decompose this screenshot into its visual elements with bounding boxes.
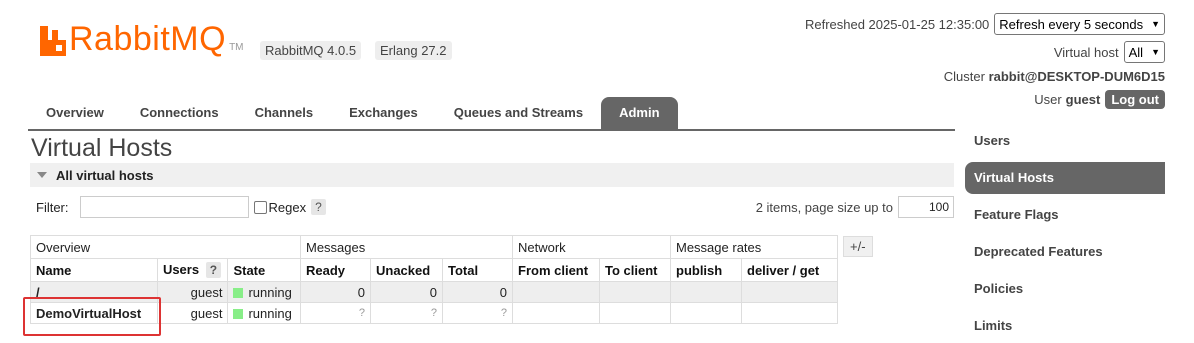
running-status-icon: [233, 287, 244, 298]
group-header-message-rates: Message rates: [670, 235, 838, 259]
page-title: Virtual Hosts: [31, 134, 173, 162]
user-name: guest: [1065, 92, 1101, 107]
vhost-state-text: running: [248, 284, 292, 300]
cluster-label: Cluster: [943, 69, 985, 84]
refresh-interval-select[interactable]: Refresh every 5 seconds ▼: [994, 13, 1165, 35]
sidebar-item-policies[interactable]: Policies: [965, 273, 1165, 305]
sidebar-item-users[interactable]: Users: [965, 125, 1165, 157]
brand-name: RabbitMQ: [69, 20, 227, 58]
regex-checkbox[interactable]: [253, 200, 267, 214]
highlight-box: [23, 297, 161, 336]
main-nav-tabs: Overview Connections Channels Exchanges …: [28, 97, 678, 129]
vhost-select[interactable]: All ▼: [1123, 41, 1165, 63]
page-size-input[interactable]: 100: [898, 196, 954, 218]
rate-publish: [670, 281, 742, 303]
cluster-info: Cluster rabbit@DESKTOP-DUM6D15: [805, 69, 1165, 87]
tab-channels[interactable]: Channels: [237, 97, 332, 129]
column-header-from-client[interactable]: From client: [512, 258, 600, 282]
chevron-down-icon: ▼: [1151, 47, 1160, 57]
vhost-select-value: All: [1128, 44, 1144, 60]
rate-deliver-get: [741, 302, 838, 324]
regex-label: Regex: [268, 199, 307, 215]
vhost-users: guest: [156, 302, 229, 324]
network-from-client: [512, 281, 600, 303]
rate-publish: [670, 302, 742, 324]
section-title: All virtual hosts: [56, 167, 154, 183]
vhost-state: running: [227, 302, 301, 324]
column-header-publish[interactable]: publish: [670, 258, 742, 282]
network-from-client: [512, 302, 600, 324]
user-label: User: [1034, 92, 1062, 107]
regex-help-button[interactable]: ?: [311, 199, 326, 215]
rabbitmq-version-badge: RabbitMQ 4.0.5: [260, 41, 362, 60]
column-header-users[interactable]: Users ?: [156, 258, 229, 282]
cluster-name: rabbit@DESKTOP-DUM6D15: [988, 69, 1165, 84]
trademark: TM: [229, 42, 244, 53]
admin-sidebar: Users Virtual Hosts Feature Flags Deprec…: [965, 125, 1165, 343]
vhost-users: guest: [156, 281, 229, 303]
vhost-state-text: running: [248, 305, 292, 321]
users-help-button[interactable]: ?: [205, 262, 222, 278]
paging-text: 2 items, page size up to: [755, 199, 893, 215]
messages-ready: ?: [300, 302, 371, 324]
vhost-label: Virtual host: [1053, 44, 1119, 60]
columns-toggle-button[interactable]: +/-: [843, 236, 873, 257]
column-header-name[interactable]: Name: [30, 258, 158, 282]
group-header-network: Network: [512, 235, 671, 259]
tab-queues-and-streams[interactable]: Queues and Streams: [436, 97, 601, 129]
messages-total: ?: [442, 302, 513, 324]
logout-button[interactable]: Log out: [1105, 90, 1165, 109]
vhost-state: running: [227, 281, 301, 303]
rate-deliver-get: [741, 281, 838, 303]
sidebar-item-feature-flags[interactable]: Feature Flags: [965, 199, 1165, 231]
paging-controls: 2 items, page size up to 100: [756, 196, 954, 218]
tab-admin[interactable]: Admin: [601, 97, 678, 129]
rabbitmq-logo-icon: [40, 26, 66, 56]
tab-divider: [28, 129, 955, 131]
column-header-deliver-get[interactable]: deliver / get: [741, 258, 838, 282]
messages-unacked: 0: [370, 281, 443, 303]
all-vhosts-section-toggle[interactable]: All virtual hosts: [30, 163, 954, 187]
group-header-messages: Messages: [300, 235, 513, 259]
chevron-down-icon: ▼: [1151, 19, 1160, 29]
tab-overview[interactable]: Overview: [28, 97, 122, 129]
filter-label: Filter:: [36, 199, 69, 215]
column-header-state[interactable]: State: [227, 258, 301, 282]
refresh-interval-value: Refresh every 5 seconds: [999, 16, 1144, 32]
erlang-version-badge: Erlang 27.2: [375, 41, 452, 60]
rabbitmq-logo[interactable]: RabbitMQ TM: [40, 22, 244, 56]
messages-ready: 0: [300, 281, 371, 303]
filter-input[interactable]: [79, 196, 249, 218]
sidebar-item-deprecated-features[interactable]: Deprecated Features: [965, 236, 1165, 268]
column-header-ready[interactable]: Ready: [300, 258, 371, 282]
network-to-client: [599, 302, 671, 324]
column-header-total[interactable]: Total: [442, 258, 513, 282]
messages-unacked: ?: [370, 302, 443, 324]
running-status-icon: [233, 308, 244, 319]
sidebar-item-limits[interactable]: Limits: [965, 310, 1165, 342]
messages-total: 0: [442, 281, 513, 303]
tab-exchanges[interactable]: Exchanges: [331, 97, 436, 129]
network-to-client: [599, 281, 671, 303]
column-header-to-client[interactable]: To client: [599, 258, 671, 282]
refreshed-text: Refreshed 2025-01-25 12:35:00: [804, 16, 990, 32]
group-header-overview: Overview: [30, 235, 301, 259]
tab-connections[interactable]: Connections: [122, 97, 237, 129]
users-header-label: Users: [162, 262, 200, 277]
header-status: Refreshed 2025-01-25 12:35:00 Refresh ev…: [805, 12, 1165, 109]
sidebar-item-virtual-hosts[interactable]: Virtual Hosts: [965, 162, 1165, 194]
collapse-triangle-icon: [37, 172, 47, 178]
filter-row: Filter: Regex ?: [36, 196, 326, 218]
column-header-unacked[interactable]: Unacked: [370, 258, 443, 282]
